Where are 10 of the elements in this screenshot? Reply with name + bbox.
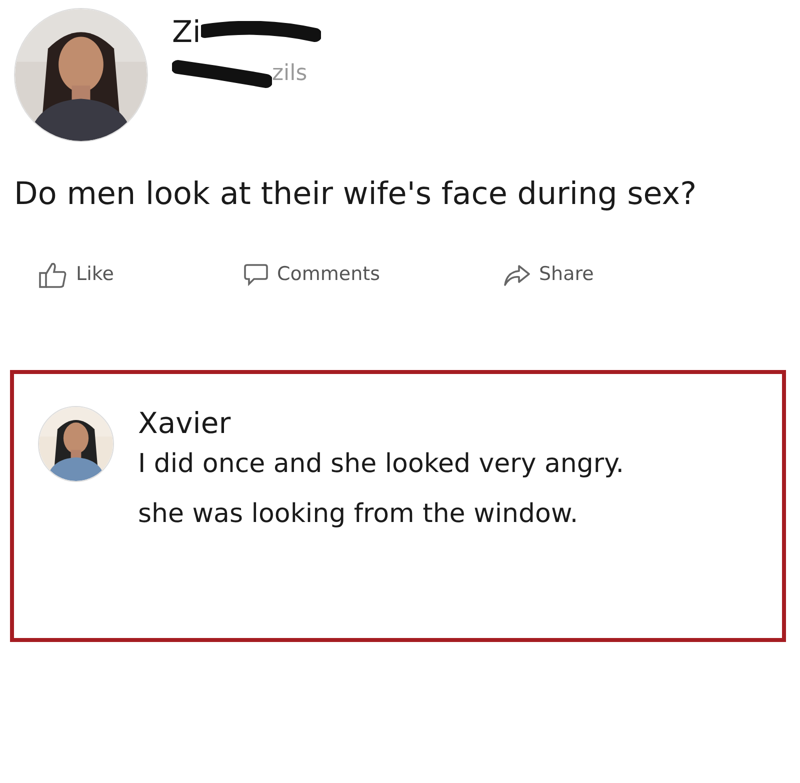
like-button[interactable]: Like (38, 260, 243, 290)
share-button[interactable]: Share (503, 260, 594, 289)
speech-bubble-icon (243, 262, 269, 288)
share-arrow-icon (503, 262, 531, 287)
comment-button[interactable]: Comments (243, 260, 503, 289)
commenter-name[interactable]: Xavier (138, 406, 624, 440)
author-name[interactable]: Zi (172, 16, 201, 49)
post-text: Do men look at their wife's face during sex? (13, 175, 698, 214)
comment-text: she was looking from the window. (138, 498, 580, 531)
comment-text: I did once and she looked very angry. (138, 448, 624, 482)
